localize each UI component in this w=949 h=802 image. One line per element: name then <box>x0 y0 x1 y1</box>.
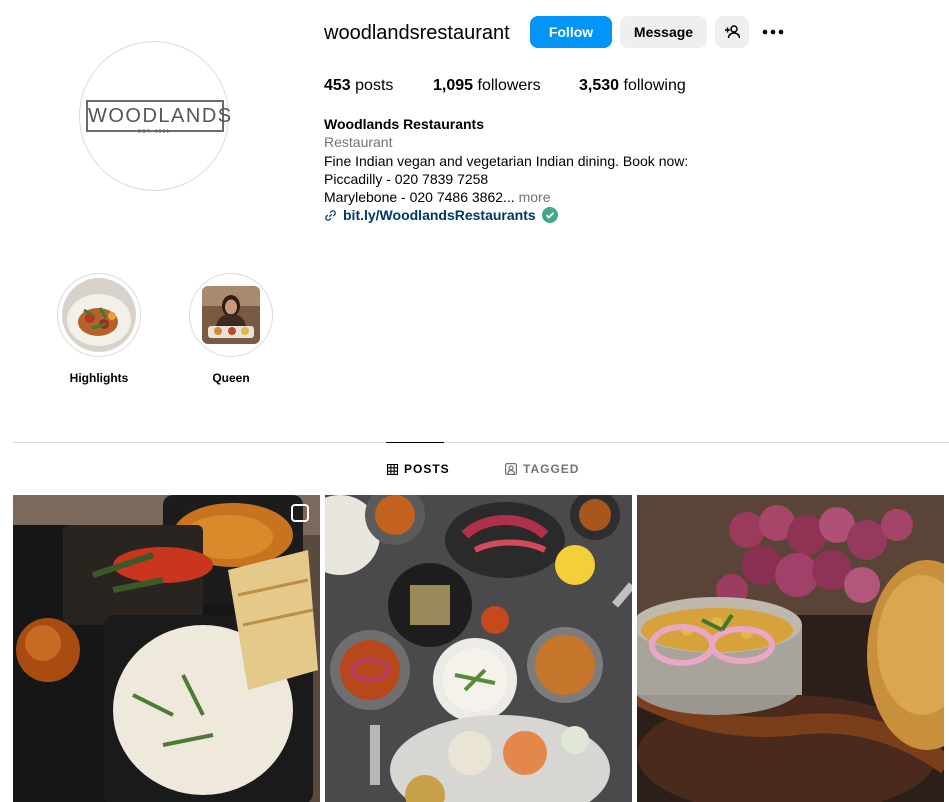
posts-stat: 453 posts <box>324 77 393 95</box>
link-icon <box>325 209 336 221</box>
more-horizontal-icon <box>762 29 784 35</box>
posts-count: 453 <box>324 77 351 94</box>
logo-text: WOODLANDS <box>88 105 233 127</box>
woodlands-logo: WOODLANDS <box>86 100 231 132</box>
following-label: following <box>623 77 686 94</box>
highlight-ring <box>189 273 273 357</box>
active-tab-indicator <box>386 442 444 443</box>
post-thumbnail[interactable] <box>637 495 944 802</box>
grid-icon <box>387 463 398 475</box>
verified-check-icon <box>541 207 558 223</box>
profile-bio: Fine Indian vegan and vegetarian Indian … <box>324 152 744 206</box>
follow-button[interactable]: Follow <box>530 16 612 48</box>
highlight-queen[interactable]: Queen <box>188 273 274 385</box>
tab-label: TAGGED <box>523 462 580 476</box>
highlight-ring <box>57 273 141 357</box>
bio-line: Marylebone - 020 7486 3862... <box>324 189 515 205</box>
following-stat[interactable]: 3,530 following <box>579 77 686 95</box>
post-image <box>637 495 944 802</box>
highlight-cover-image <box>202 286 260 344</box>
followers-count: 1,095 <box>433 77 474 94</box>
person-plus-icon <box>725 25 741 39</box>
tab-posts[interactable]: POSTS <box>387 462 450 476</box>
profile-username: woodlandsrestaurant <box>324 22 510 44</box>
post-thumbnail[interactable] <box>325 495 632 802</box>
highlight-cover-image <box>62 278 136 352</box>
post-thumbnail[interactable] <box>13 495 320 802</box>
profile-avatar[interactable]: WOODLANDS EST. 1981 <box>79 41 231 191</box>
profile-link-text[interactable]: bit.ly/WoodlandsRestaurants <box>343 207 536 223</box>
following-count: 3,530 <box>579 77 620 94</box>
followers-label: followers <box>477 77 541 94</box>
profile-full-name: Woodlands Restaurants <box>324 116 484 132</box>
bio-more-link[interactable]: more <box>519 189 551 205</box>
tab-label: POSTS <box>404 462 450 476</box>
highlight-label: Queen <box>212 371 250 385</box>
more-options-button[interactable] <box>760 20 786 44</box>
profile-category: Restaurant <box>324 134 393 150</box>
tab-tagged[interactable]: TAGGED <box>505 462 579 476</box>
tagged-person-icon <box>505 463 517 475</box>
bio-line: Fine Indian vegan and vegetarian Indian … <box>324 153 689 169</box>
bio-line: Piccadilly - 020 7839 7258 <box>324 171 489 187</box>
followers-stat[interactable]: 1,095 followers <box>433 77 541 95</box>
highlight-label: Highlights <box>69 371 129 385</box>
tabs-divider <box>13 442 949 443</box>
posts-label: posts <box>355 77 394 94</box>
message-button[interactable]: Message <box>620 16 707 48</box>
post-image <box>325 495 632 802</box>
logo-subtext: EST. 1981 <box>137 129 171 135</box>
post-image <box>13 495 320 802</box>
add-user-button[interactable] <box>715 16 749 48</box>
profile-link[interactable]: bit.ly/WoodlandsRestaurants <box>324 207 558 223</box>
highlight-highlights[interactable]: Highlights <box>56 273 142 385</box>
